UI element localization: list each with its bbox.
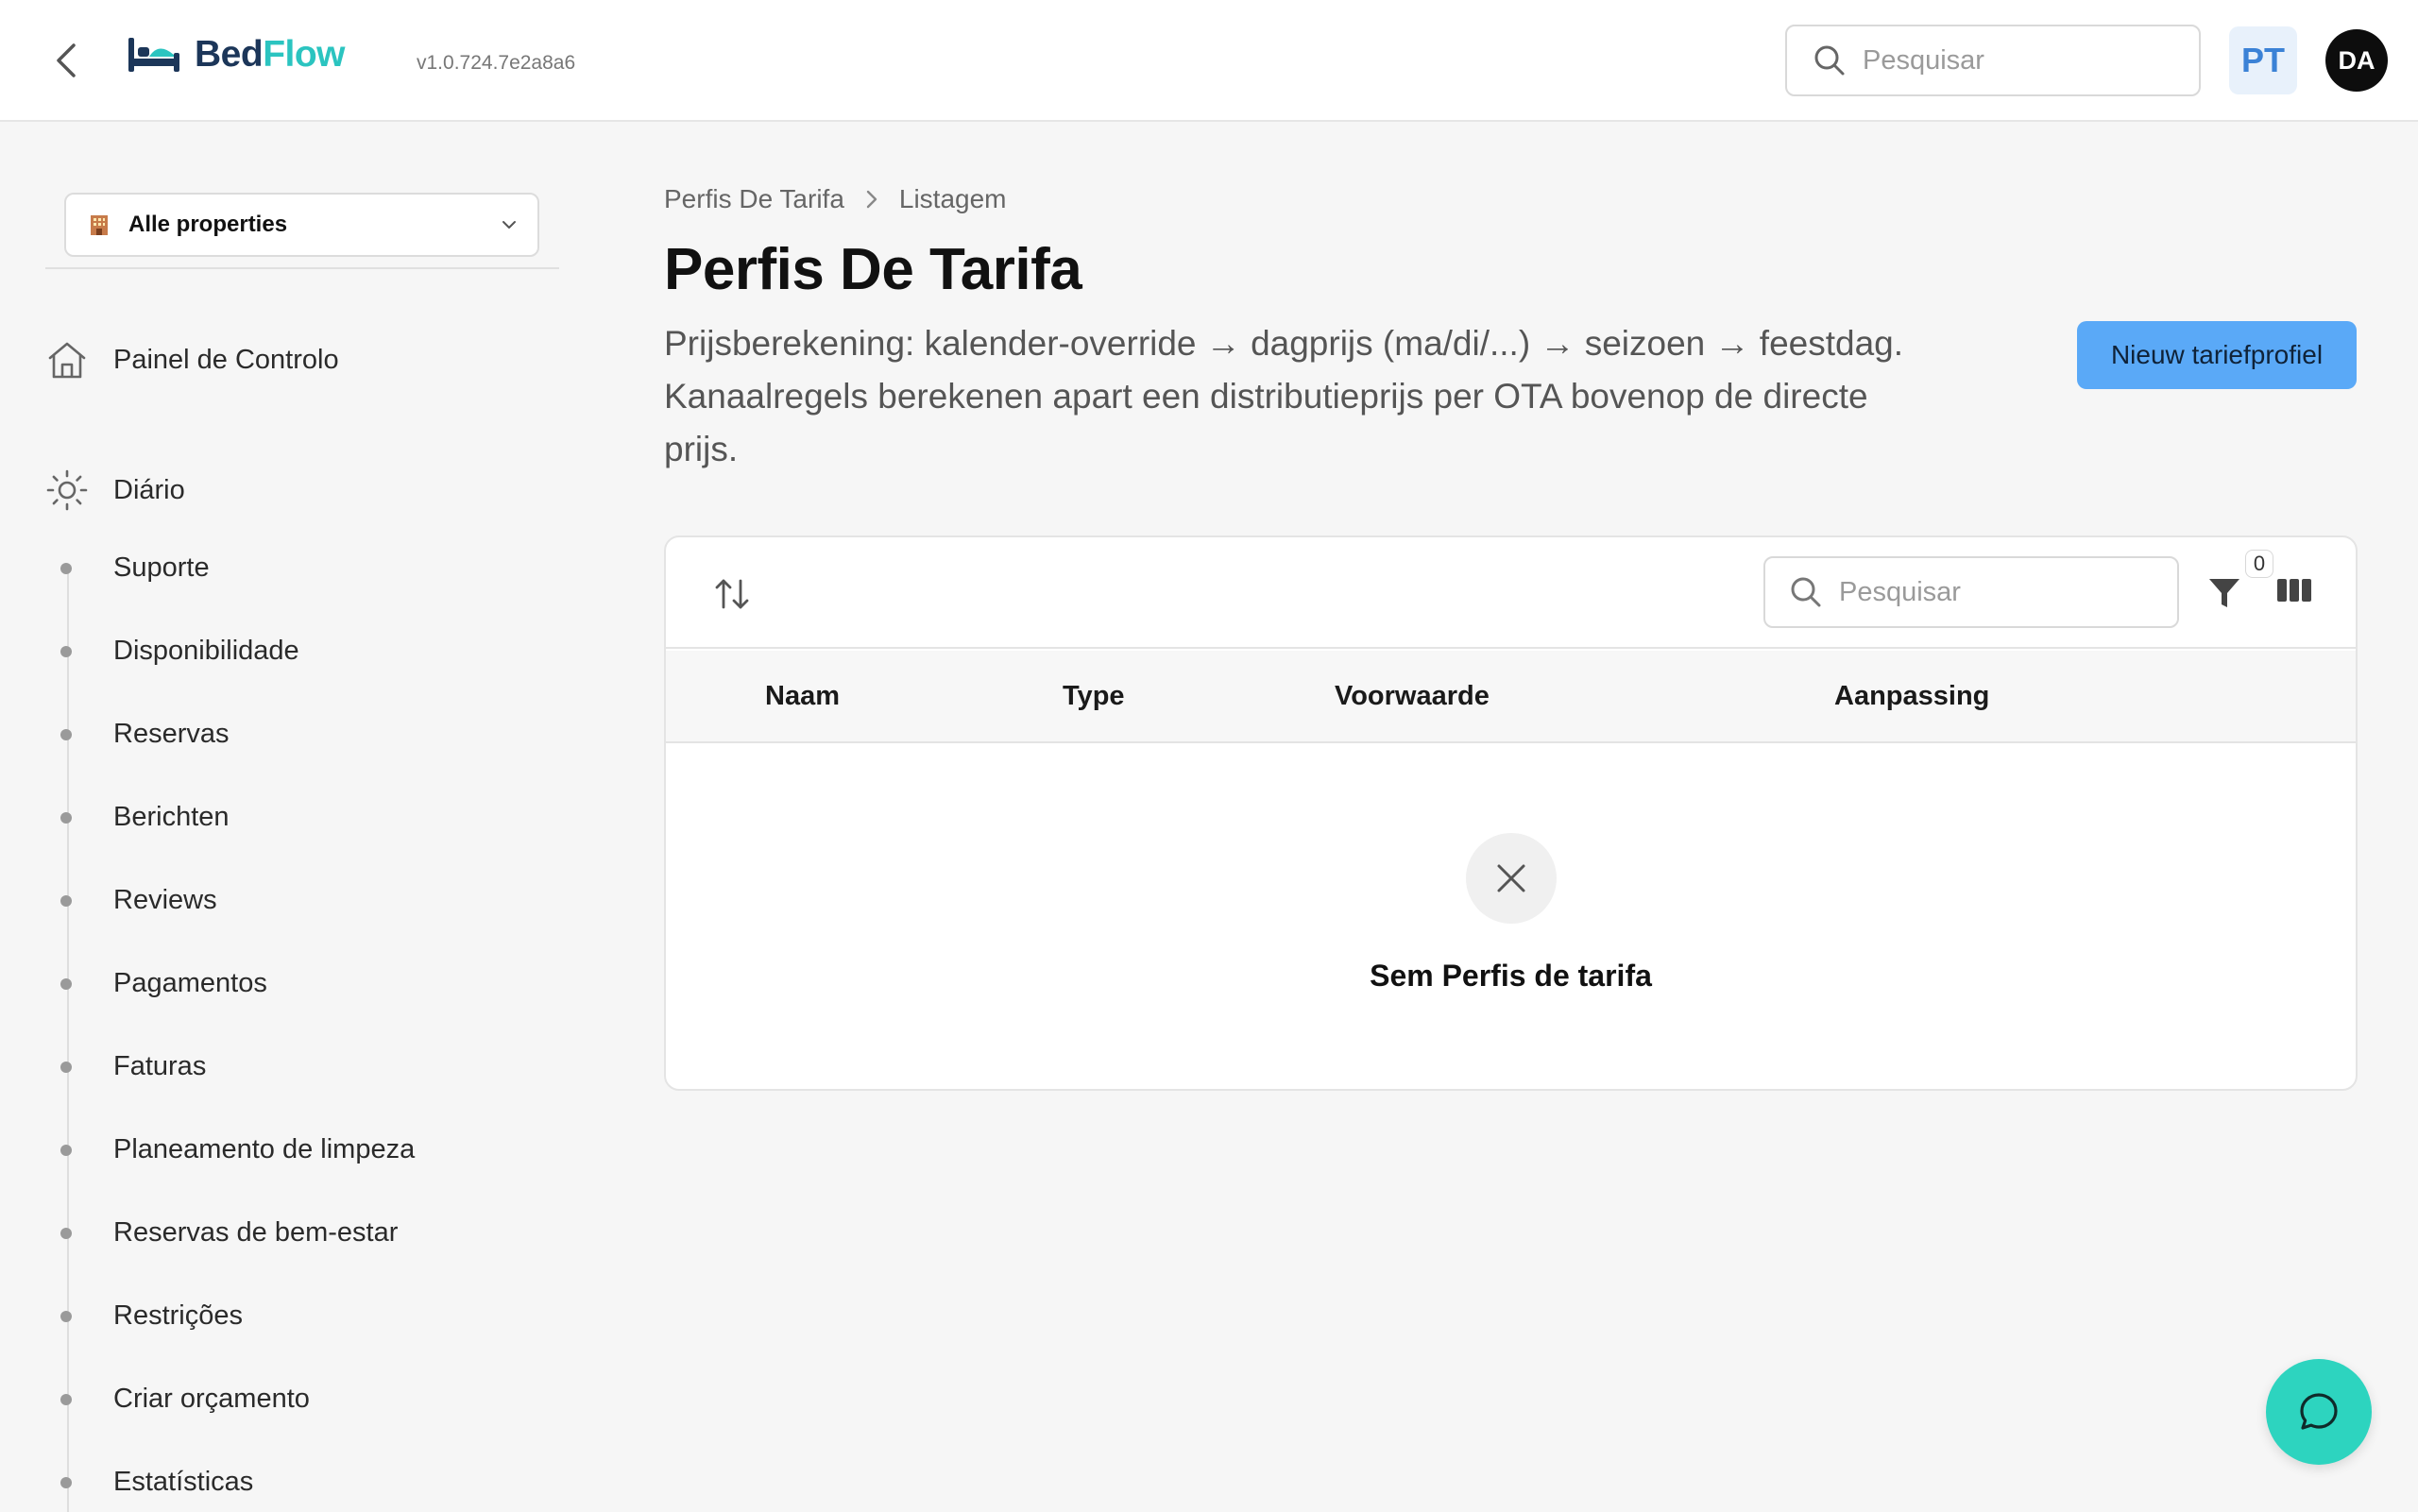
sort-arrows-icon: [715, 579, 749, 609]
sidebar-item-dashboard[interactable]: Painel de Controlo: [45, 339, 339, 381]
search-icon: [1814, 45, 1845, 76]
bullet-dot: [60, 977, 72, 990]
filter-icon: [2209, 579, 2239, 607]
sidebar-section-label: Diário: [113, 474, 185, 505]
table-search-input[interactable]: [1839, 576, 2160, 608]
sidebar-item-label: Reviews: [113, 885, 217, 915]
sidebar-divider: [45, 267, 559, 269]
sidebar-item-label: Reservas: [113, 719, 230, 749]
user-avatar[interactable]: DA: [2325, 29, 2388, 92]
sidebar-item-label: Berichten: [113, 802, 230, 832]
columns-icon: [2277, 579, 2311, 602]
sidebar-item-label: Reservas de bem-estar: [113, 1217, 399, 1248]
hotel-icon: [91, 215, 108, 235]
sidebar-item-restrictions[interactable]: Restrições: [60, 1300, 243, 1332]
bullet-dot: [60, 894, 72, 907]
bullet-dot: [60, 811, 72, 824]
chat-bubble-icon: [2300, 1393, 2338, 1430]
sidebar-tree-line: [67, 568, 69, 1512]
bed-icon: [128, 38, 179, 72]
sidebar-item-payments[interactable]: Pagamentos: [60, 968, 267, 999]
sidebar: Alle properties Painel de Controlo Diári…: [0, 124, 604, 1512]
bullet-dot: [60, 1144, 72, 1156]
chat-button[interactable]: [2266, 1359, 2372, 1465]
sidebar-item-label: Restrições: [113, 1300, 243, 1331]
logo-text: BedFlow: [195, 34, 346, 75]
bullet-dot: [60, 1227, 72, 1239]
app-version: v1.0.724.7e2a8a6: [417, 52, 576, 74]
sidebar-item-reservations[interactable]: Reservas: [60, 719, 230, 750]
bullet-dot: [60, 645, 72, 657]
sidebar-item-label: Faturas: [113, 1051, 207, 1081]
breadcrumb-item-listing: Listagem: [898, 184, 1007, 213]
sidebar-item-statistics[interactable]: Estatísticas: [60, 1467, 253, 1498]
global-search[interactable]: [1785, 25, 2201, 96]
column-header-type[interactable]: Type: [1063, 681, 1125, 712]
sidebar-item-label: Planeamento de limpeza: [113, 1134, 416, 1164]
rate-profiles-table-card: 0 Naam Type Voorwaarde Aanpassing Se: [664, 535, 2358, 1091]
sidebar-item-cleaning-planning[interactable]: Planeamento de limpeza: [60, 1134, 415, 1165]
sidebar-item-label: Estatísticas: [113, 1467, 254, 1497]
chevron-right-icon: [866, 190, 877, 209]
sidebar-item-reviews[interactable]: Reviews: [60, 885, 217, 916]
bullet-dot: [60, 728, 72, 740]
breadcrumb-item-rate-profiles[interactable]: Perfis De Tarifa: [664, 184, 844, 214]
columns-button[interactable]: [2275, 575, 2317, 613]
bullet-dot: [60, 1310, 72, 1322]
empty-state-icon: [1466, 833, 1557, 924]
table-toolbar: 0: [666, 537, 2356, 649]
column-header-adjustment[interactable]: Aanpassing: [1834, 681, 1989, 712]
page-description: Prijsberekening: kalender-override → dag…: [664, 324, 1904, 468]
sidebar-item-label: Criar orçamento: [113, 1384, 310, 1414]
sidebar-item-create-quote[interactable]: Criar orçamento: [60, 1384, 310, 1415]
language-switcher[interactable]: PT: [2229, 26, 2297, 94]
sidebar-item-invoices[interactable]: Faturas: [60, 1051, 206, 1082]
bullet-dot: [60, 1476, 72, 1488]
table-search[interactable]: [1763, 556, 2179, 628]
top-bar: BedFlow v1.0.724.7e2a8a6 PT DA: [0, 0, 2418, 122]
breadcrumb: Perfis De Tarifa Listagem: [664, 184, 1007, 214]
close-icon: [1497, 864, 1525, 892]
sun-icon: [46, 469, 88, 511]
filter-count-badge: 0: [2245, 550, 2273, 578]
back-button[interactable]: [47, 40, 85, 81]
column-header-condition[interactable]: Voorwaarde: [1335, 681, 1490, 712]
property-select-label: Alle properties: [128, 212, 288, 237]
bullet-dot: [60, 1061, 72, 1073]
new-rate-profile-button[interactable]: Nieuw tariefprofiel: [2077, 321, 2357, 389]
sidebar-item-support[interactable]: Suporte: [60, 552, 210, 584]
home-icon: [48, 342, 86, 379]
page-title: Perfis De Tarifa: [664, 237, 1082, 302]
chevron-down-icon: [502, 221, 516, 229]
sidebar-section-daily[interactable]: Diário: [45, 468, 185, 512]
brand-logo[interactable]: BedFlow: [127, 34, 346, 76]
sidebar-item-wellness-reservations[interactable]: Reservas de bem-estar: [60, 1217, 398, 1249]
global-search-input[interactable]: [1863, 44, 2184, 76]
sidebar-item-label: Suporte: [113, 552, 210, 583]
search-icon: [1791, 577, 1821, 607]
bullet-dot: [60, 562, 72, 574]
filter-button[interactable]: [2205, 573, 2251, 615]
bullet-dot: [60, 1393, 72, 1405]
chevron-left-icon: [57, 43, 76, 77]
sidebar-item-label: Disponibilidade: [113, 636, 299, 666]
table-header-row: Naam Type Voorwaarde Aanpassing: [666, 651, 2356, 743]
empty-state-message: Sem Perfis de tarifa: [1370, 959, 1652, 993]
sidebar-item-availability[interactable]: Disponibilidade: [60, 636, 299, 667]
sidebar-item-messages[interactable]: Berichten: [60, 802, 230, 833]
sidebar-item-label: Pagamentos: [113, 968, 267, 998]
sort-button[interactable]: [711, 573, 753, 615]
property-select[interactable]: Alle properties: [64, 193, 539, 257]
sidebar-item-label: Painel de Controlo: [113, 344, 339, 375]
column-header-name[interactable]: Naam: [765, 681, 840, 712]
